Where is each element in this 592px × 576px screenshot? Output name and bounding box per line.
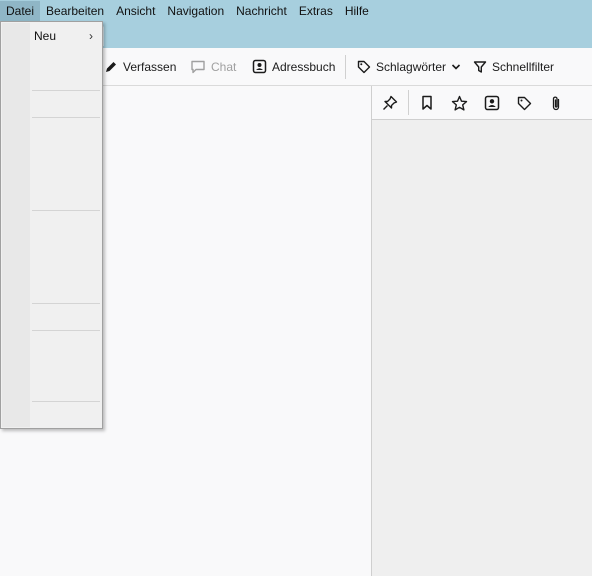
contact-icon[interactable] [483, 94, 501, 112]
tag-column-icon[interactable] [515, 94, 533, 112]
tag-icon [357, 60, 371, 74]
quickfilter-label: Schnellfilter [492, 59, 555, 74]
submenu-arrow-icon: › [89, 29, 93, 43]
menu-separator [32, 117, 100, 118]
attachment-icon[interactable] [547, 94, 565, 112]
file-menu-new[interactable]: Neu › [34, 27, 98, 45]
tags-button[interactable]: Schlagwörter [357, 56, 461, 77]
menu-navigation[interactable]: Navigation [161, 1, 230, 21]
chat-button[interactable]: Chat [190, 56, 236, 77]
menu-hilfe[interactable]: Hilfe [339, 1, 375, 21]
menu-separator [32, 401, 100, 402]
menu-separator [32, 330, 100, 331]
addressbook-label: Adressbuch [272, 59, 336, 74]
toolbar-separator [345, 55, 346, 79]
thread-column-header [372, 86, 592, 120]
menu-nachricht[interactable]: Nachricht [230, 1, 293, 21]
file-menu-new-label: Neu [34, 29, 57, 43]
menu-extras[interactable]: Extras [293, 1, 339, 21]
bookmark-icon[interactable] [418, 94, 436, 112]
menu-separator [32, 210, 100, 211]
tags-label: Schlagwörter [376, 59, 447, 74]
thread-pane[interactable] [372, 86, 592, 576]
filter-icon [473, 60, 487, 74]
star-icon[interactable] [450, 94, 468, 112]
quickfilter-button[interactable]: Schnellfilter [473, 56, 554, 77]
compose-button[interactable]: Verfassen [104, 56, 176, 77]
file-menu-dropdown: Neu › [0, 21, 103, 429]
pencil-icon [104, 60, 118, 74]
menu-datei[interactable]: Datei [0, 0, 41, 21]
chevron-down-icon [451, 63, 461, 71]
menu-ansicht[interactable]: Ansicht [110, 1, 161, 21]
menu-icon-gutter [2, 23, 30, 427]
compose-label: Verfassen [123, 59, 177, 74]
thread-pin-icon[interactable] [381, 94, 399, 112]
addressbook-button[interactable]: Adressbuch [252, 56, 335, 77]
chat-label: Chat [211, 59, 237, 74]
addressbook-icon [252, 59, 267, 74]
column-separator [408, 90, 409, 115]
menu-bar: Datei Bearbeiten Ansicht Navigation Nach… [0, 0, 592, 21]
menu-bearbeiten[interactable]: Bearbeiten [40, 1, 110, 21]
menu-separator [32, 90, 100, 91]
chat-icon [190, 60, 206, 74]
menu-separator [32, 303, 100, 304]
